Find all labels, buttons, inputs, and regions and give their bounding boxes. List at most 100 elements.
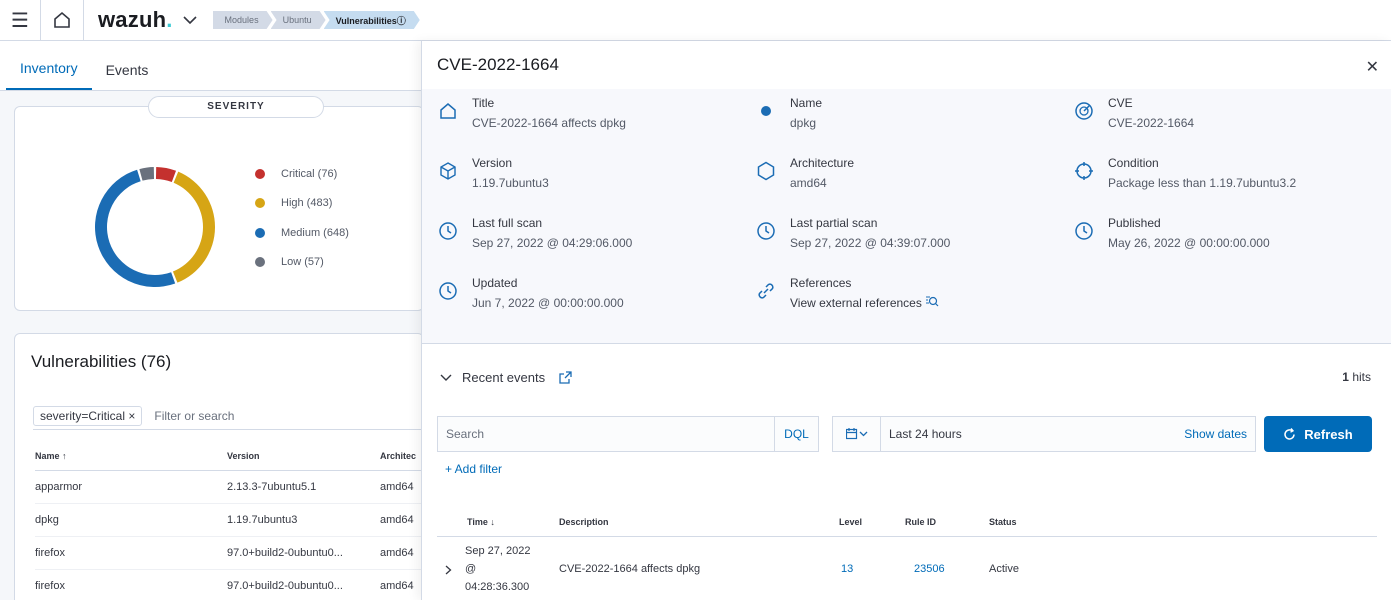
legend-item-high[interactable]: High (483) bbox=[255, 189, 349, 219]
filter-chip-severity[interactable]: severity=Critical × bbox=[33, 405, 143, 426]
view-references-link[interactable]: View external references bbox=[790, 295, 939, 311]
filter-bar[interactable]: severity=Critical × Filter or search bbox=[33, 402, 423, 430]
column-header-time[interactable]: Time ↓ bbox=[467, 517, 495, 527]
breadcrumb-modules[interactable]: Modules bbox=[213, 11, 273, 29]
expand-row-icon[interactable] bbox=[445, 565, 452, 578]
column-header-level[interactable]: Level bbox=[839, 517, 862, 527]
donut-slice[interactable] bbox=[155, 167, 177, 183]
field-value: CVE-2022-1664 bbox=[1108, 116, 1195, 130]
vulnerabilities-card: Vulnerabilities (76) severity=Critical ×… bbox=[14, 333, 424, 600]
package-icon bbox=[440, 162, 456, 180]
wazuh-logo[interactable]: wazuh. bbox=[98, 7, 173, 33]
home-icon[interactable] bbox=[40, 0, 84, 40]
low-dot-icon bbox=[255, 257, 265, 268]
legend-item-low[interactable]: Low (57) bbox=[255, 248, 349, 278]
external-link-icon[interactable] bbox=[559, 371, 572, 384]
date-range-text[interactable]: Last 24 hours bbox=[881, 427, 1184, 441]
cell-architecture: amd64 bbox=[380, 536, 423, 570]
event-level-link[interactable]: 13 bbox=[841, 563, 853, 575]
column-header-description[interactable]: Description bbox=[559, 517, 609, 527]
refresh-icon bbox=[1284, 427, 1296, 440]
refresh-label: Refresh bbox=[1304, 426, 1353, 442]
legend-item-medium[interactable]: Medium (648) bbox=[255, 218, 349, 248]
field-label: Architecture bbox=[790, 156, 855, 170]
column-header-name[interactable]: Name ↑ bbox=[35, 442, 227, 471]
cell-name: firefox bbox=[35, 569, 227, 600]
field-references: References View external references bbox=[756, 275, 939, 311]
tab-events[interactable]: Events bbox=[92, 62, 163, 90]
tab-bar: Inventory Events bbox=[0, 41, 421, 91]
table-row[interactable]: dpkg 1.19.7ubuntu3 amd64 bbox=[35, 503, 423, 537]
cell-version: 2.13.3-7ubuntu5.1 bbox=[227, 470, 380, 504]
donut-slice[interactable] bbox=[139, 167, 155, 181]
field-value: Sep 27, 2022 @ 04:29:06.000 bbox=[472, 236, 633, 250]
field-updated: Updated Jun 7, 2022 @ 00:00:00.000 bbox=[438, 275, 624, 311]
field-label: Last partial scan bbox=[790, 216, 878, 230]
radar-icon bbox=[1075, 102, 1093, 120]
search-input[interactable]: Search bbox=[438, 427, 774, 441]
dot-icon bbox=[761, 106, 771, 116]
close-icon[interactable]: ✕ bbox=[1366, 57, 1379, 77]
field-name: Name dpkg bbox=[756, 95, 822, 131]
logo-text: wazuh bbox=[98, 7, 167, 32]
field-cve: CVE CVE-2022-1664 bbox=[1074, 95, 1194, 131]
cell-version: 97.0+build2-0ubuntu0... bbox=[227, 569, 380, 600]
event-rule-id-link[interactable]: 23506 bbox=[914, 563, 945, 575]
chevron-down-icon[interactable] bbox=[182, 12, 197, 28]
show-dates-link[interactable]: Show dates bbox=[1184, 427, 1255, 441]
chevron-down-icon bbox=[440, 374, 452, 381]
add-filter-button[interactable]: + Add filter bbox=[445, 462, 502, 476]
date-picker[interactable]: Last 24 hours Show dates bbox=[832, 416, 1256, 452]
column-header-architecture[interactable]: Architec bbox=[380, 442, 423, 471]
hits-label: hits bbox=[1352, 370, 1371, 384]
event-time-at: @ bbox=[465, 563, 477, 575]
severity-title: SEVERITY bbox=[148, 96, 324, 118]
donut-slice[interactable] bbox=[172, 171, 215, 283]
field-label: CVE bbox=[1108, 96, 1133, 110]
calendar-icon[interactable] bbox=[833, 417, 881, 451]
column-header-rule-id[interactable]: Rule ID bbox=[905, 517, 936, 527]
crosshair-icon bbox=[1075, 162, 1093, 180]
hits-number: 1 bbox=[1342, 370, 1349, 384]
hamburger-menu-icon[interactable]: ☰ bbox=[0, 0, 40, 40]
dql-button[interactable]: DQL bbox=[774, 417, 818, 451]
recent-events-toggle[interactable]: Recent events bbox=[440, 370, 572, 385]
logo-dot: . bbox=[166, 7, 173, 32]
table-row[interactable]: firefox 97.0+build2-0ubuntu0... amd64 bbox=[35, 536, 423, 570]
field-label: Title bbox=[472, 96, 495, 110]
table-row[interactable]: firefox 97.0+build2-0ubuntu0... amd64 bbox=[35, 569, 423, 600]
event-time-clock: 04:28:36.300 bbox=[465, 581, 530, 593]
field-label: References bbox=[790, 276, 852, 290]
field-value: amd64 bbox=[790, 176, 827, 190]
field-value: Sep 27, 2022 @ 04:39:07.000 bbox=[790, 236, 951, 250]
field-label: Name bbox=[790, 96, 823, 110]
field-value: Jun 7, 2022 @ 00:00:00.000 bbox=[472, 296, 624, 310]
breadcrumb: Modules Ubuntu Vulnerabilitiesⓘ bbox=[213, 11, 418, 29]
tab-inventory[interactable]: Inventory bbox=[6, 60, 92, 90]
external-search-icon[interactable] bbox=[925, 295, 939, 307]
refresh-button[interactable]: Refresh bbox=[1264, 416, 1372, 452]
medium-dot-icon bbox=[255, 227, 265, 238]
filter-search-input[interactable]: Filter or search bbox=[154, 409, 234, 423]
inventory-panel: Inventory Events SEVERITY Critical (76) … bbox=[0, 41, 424, 600]
cell-name: firefox bbox=[35, 536, 227, 570]
cve-flyout: CVE-2022-1664 ✕ Title CVE-2022-1664 affec… bbox=[421, 41, 1391, 600]
breadcrumb-ubuntu[interactable]: Ubuntu bbox=[271, 11, 326, 29]
donut-slice[interactable] bbox=[95, 169, 176, 287]
events-search-bar[interactable]: Search DQL bbox=[437, 416, 819, 452]
severity-donut-chart bbox=[95, 167, 215, 287]
cell-version: 97.0+build2-0ubuntu0... bbox=[227, 536, 380, 570]
field-condition: Condition Package less than 1.19.7ubuntu3… bbox=[1074, 155, 1296, 191]
link-icon bbox=[758, 283, 774, 299]
remove-filter-icon[interactable]: × bbox=[128, 409, 135, 423]
legend-label: Medium (648) bbox=[281, 226, 349, 239]
cell-name: dpkg bbox=[35, 503, 227, 537]
legend-item-critical[interactable]: Critical (76) bbox=[255, 159, 349, 189]
table-row[interactable]: Sep 27, 2022 @ 04:28:36.300 CVE-2022-166… bbox=[437, 541, 1377, 600]
field-version: Version 1.19.7ubuntu3 bbox=[438, 155, 549, 191]
field-title: Title CVE-2022-1664 affects dpkg bbox=[438, 95, 626, 131]
table-row[interactable]: apparmor 2.13.3-7ubuntu5.1 amd64 bbox=[35, 470, 423, 504]
column-header-version[interactable]: Version bbox=[227, 442, 380, 471]
column-header-status[interactable]: Status bbox=[989, 517, 1017, 527]
legend-label: High (483) bbox=[281, 197, 333, 210]
